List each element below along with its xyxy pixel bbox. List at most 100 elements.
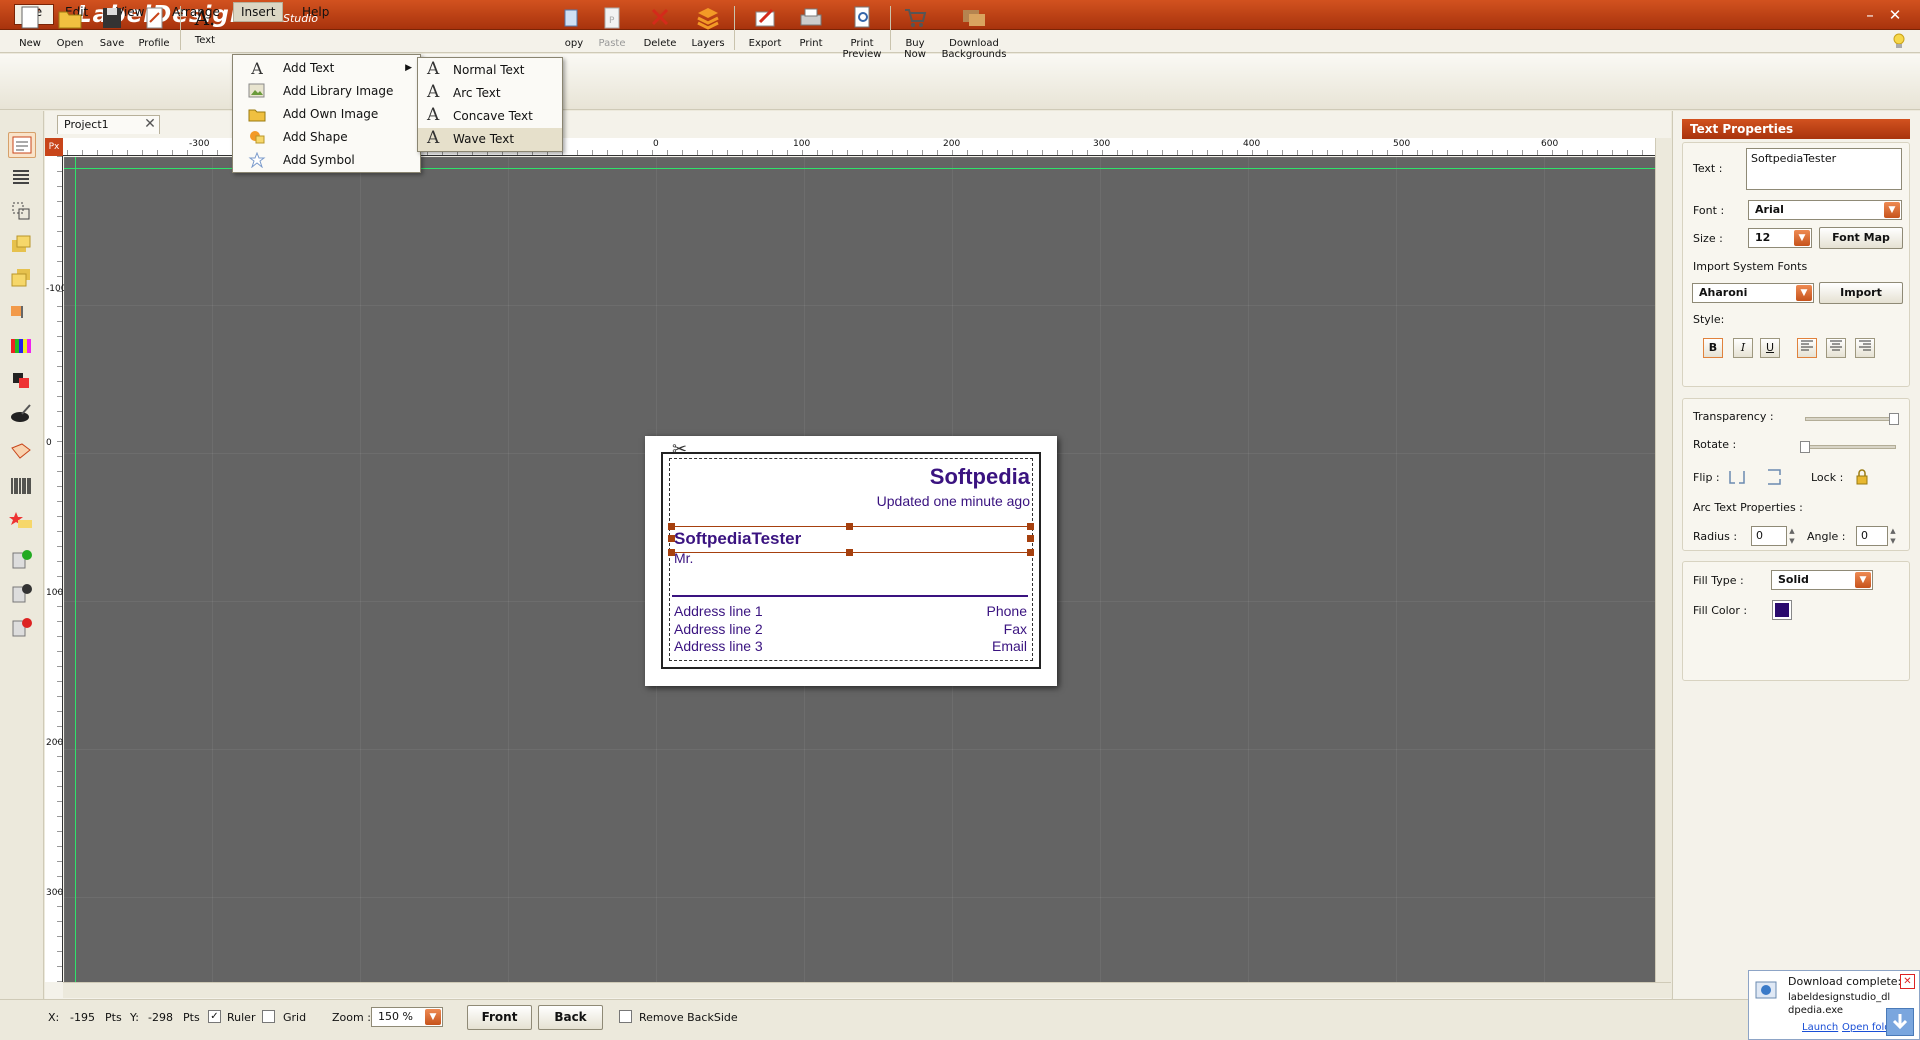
font-map-button[interactable]: Font Map (1819, 227, 1903, 249)
buy-now-button[interactable]: Buy Now (898, 4, 932, 60)
resize-handle[interactable] (1027, 535, 1034, 542)
menu-item-add-own-image[interactable]: Add Own Image (233, 103, 420, 126)
vertical-scrollbar[interactable] (1655, 138, 1671, 982)
menu-item-wave-text[interactable]: A Wave Text (418, 128, 562, 151)
copy-button[interactable]: opy (560, 4, 588, 49)
size-select[interactable]: 12 ▼ (1748, 228, 1812, 248)
label-tool[interactable] (8, 440, 36, 466)
import-button[interactable]: Import (1819, 282, 1903, 304)
hruler-label: 400 (1243, 139, 1261, 149)
menu-item-concave-text[interactable]: A Concave Text (418, 105, 562, 128)
radius-spinner-icon[interactable]: ▲ ▼ (1787, 526, 1797, 546)
italic-button[interactable]: I (1733, 338, 1753, 358)
download-backgrounds-button[interactable]: Download Backgrounds (938, 4, 1010, 60)
flip-vertical-icon[interactable] (1764, 467, 1784, 487)
menu-item-add-text[interactable]: A Add Text ▶ (233, 57, 420, 80)
open-button[interactable]: Open (54, 4, 86, 49)
menu-item-arc-text[interactable]: A Arc Text (418, 82, 562, 105)
vertical-ruler: -100 0 100 200 300 (45, 156, 66, 982)
resize-handle[interactable] (846, 523, 853, 530)
add-page-tool[interactable] (8, 548, 36, 574)
resize-handle[interactable] (1027, 549, 1034, 556)
save-button[interactable]: Save (96, 4, 128, 49)
flip-horizontal-icon[interactable] (1727, 467, 1747, 487)
radius-input[interactable]: 0 (1751, 526, 1787, 546)
lightbulb-icon[interactable] (1893, 33, 1905, 50)
fill-type-select[interactable]: Solid ▼ (1771, 570, 1873, 590)
resize-handle[interactable] (846, 549, 853, 556)
updated-text[interactable]: Updated one minute ago (700, 493, 1030, 509)
angle-spinner-icon[interactable]: ▲ ▼ (1888, 526, 1898, 546)
download-backgrounds-label-1: Download (949, 38, 999, 49)
angle-input[interactable]: 0 (1856, 526, 1888, 546)
zoom-select[interactable]: 150 % ▼ (371, 1007, 443, 1027)
align-center-button[interactable] (1826, 338, 1846, 358)
font-select[interactable]: Arial ▼ (1748, 200, 1902, 220)
fill-color-tool[interactable] (8, 368, 36, 394)
print-button[interactable]: Print (794, 4, 828, 49)
remove-backside-checkbox[interactable] (619, 1010, 632, 1023)
title-text[interactable]: Mr. (674, 550, 693, 566)
horizontal-scrollbar[interactable] (63, 982, 1671, 998)
menu-insert[interactable]: Insert (233, 2, 284, 22)
name-text[interactable]: SoftpediaTester (674, 529, 801, 549)
barcode-tool[interactable] (8, 474, 36, 500)
resize-handle[interactable] (1027, 523, 1034, 530)
tab-close-icon[interactable]: ✕ (143, 116, 157, 132)
address-block[interactable]: Address line 1 Address line 2 Address li… (674, 603, 763, 656)
symbol-tool[interactable] (8, 508, 36, 534)
paste-button[interactable]: P Paste (595, 4, 629, 49)
front-button[interactable]: Front (467, 1005, 532, 1030)
lock-icon[interactable] (1852, 467, 1872, 487)
new-button[interactable]: New (14, 4, 46, 49)
transparency-slider-thumb[interactable] (1889, 413, 1899, 425)
menu-item-add-shape[interactable]: Add Shape (233, 126, 420, 149)
vruler-label: 100 (46, 588, 64, 598)
ruler-unit-badge[interactable]: Px (45, 138, 63, 156)
print-preview-button[interactable]: Print Preview (840, 4, 884, 60)
back-button[interactable]: Back (538, 1005, 603, 1030)
bring-front-tool[interactable] (8, 232, 36, 258)
export-button[interactable]: Export (744, 4, 786, 49)
menu-help[interactable]: Help (295, 4, 336, 20)
minimize-button[interactable]: – (1860, 5, 1880, 25)
notification-close-icon[interactable]: ✕ (1900, 974, 1915, 989)
x-value: -195 (70, 1011, 95, 1024)
ruler-checkbox[interactable]: ✓ (208, 1010, 221, 1023)
align-right-button[interactable] (1855, 338, 1875, 358)
underline-button[interactable]: U (1760, 338, 1780, 358)
delete-button[interactable]: Delete (640, 4, 680, 49)
brush-tool[interactable] (8, 401, 36, 427)
close-button[interactable]: ✕ (1885, 5, 1905, 25)
grid-checkbox[interactable] (262, 1010, 275, 1023)
system-font-select[interactable]: Aharoni ▼ (1692, 283, 1814, 303)
layers-button[interactable]: Layers (688, 4, 728, 49)
transparency-slider[interactable] (1805, 417, 1897, 421)
bold-button[interactable]: B (1703, 338, 1723, 358)
launch-link[interactable]: Launch (1802, 1022, 1838, 1033)
send-back-tool[interactable] (8, 265, 36, 291)
align-left-button[interactable] (1797, 338, 1817, 358)
hand-tool[interactable] (8, 298, 36, 324)
text-value-field[interactable]: SoftpediaTester (1746, 148, 1902, 190)
contact-block[interactable]: Phone Fax Email (900, 603, 1027, 656)
page-info-tool[interactable] (8, 582, 36, 608)
symbol-icon (247, 151, 267, 169)
menu-item-normal-text[interactable]: A Normal Text (418, 59, 562, 82)
paste-icon: P (604, 7, 620, 29)
align-tool[interactable] (8, 165, 36, 191)
select-layout-tool[interactable] (8, 132, 36, 158)
rotate-slider[interactable] (1800, 445, 1896, 449)
remove-page-tool[interactable] (8, 616, 36, 642)
color-palette-tool[interactable] (8, 335, 36, 361)
profile-button[interactable]: Profile (136, 4, 172, 49)
group-tool[interactable] (8, 198, 36, 224)
vertical-guide-line[interactable] (75, 157, 76, 982)
text-tool-button[interactable]: A. Text (188, 4, 222, 46)
company-name-text[interactable]: Softpedia (700, 464, 1030, 490)
menu-item-add-library-image[interactable]: Add Library Image (233, 80, 420, 103)
hand-icon (11, 306, 23, 318)
rotate-slider-thumb[interactable] (1800, 441, 1810, 453)
fill-color-swatch[interactable] (1772, 600, 1792, 620)
menu-item-add-symbol[interactable]: Add Symbol (233, 149, 420, 172)
